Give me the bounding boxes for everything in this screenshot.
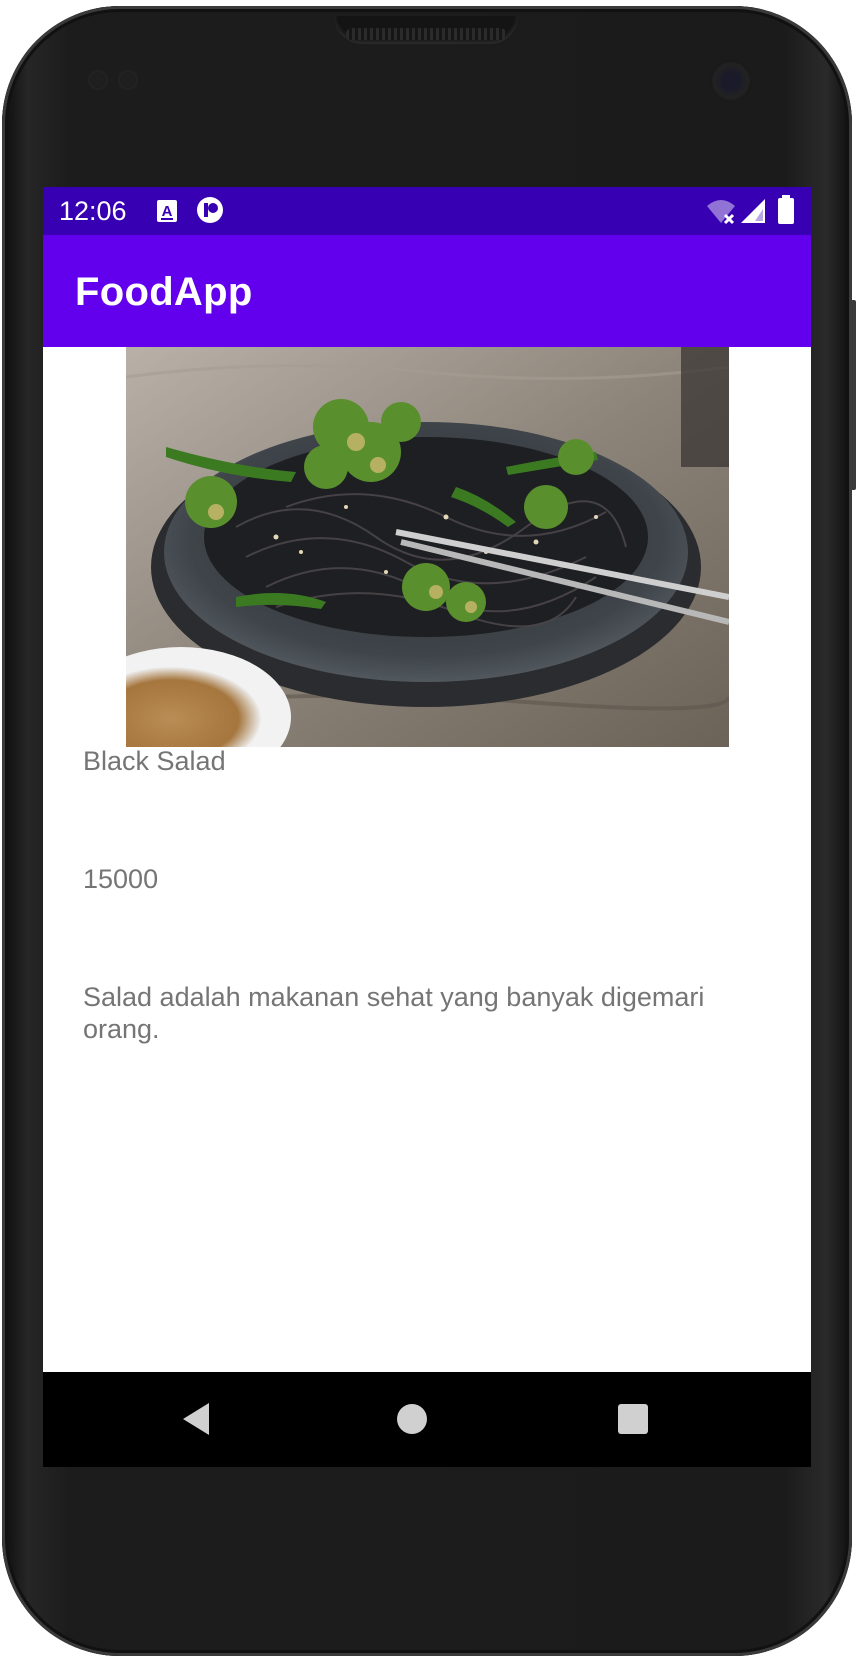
front-camera-icon xyxy=(712,62,750,100)
food-description: Salad adalah makanan sehat yang banyak d… xyxy=(83,982,705,1044)
cell-signal-icon xyxy=(739,197,767,230)
device-frame: 12:06 A FoodApp Black Salad 15000 Salad … xyxy=(0,0,856,1659)
speaker-grille xyxy=(346,28,506,40)
proximity-sensor xyxy=(88,70,108,90)
status-time: 12:06 xyxy=(59,196,127,226)
power-button[interactable] xyxy=(850,300,856,490)
navigation-bar xyxy=(43,1372,811,1467)
recents-icon[interactable] xyxy=(608,1394,658,1444)
food-image xyxy=(126,347,729,747)
sync-app-icon xyxy=(195,195,225,230)
food-name: Black Salad xyxy=(83,746,226,776)
app-bar: FoodApp xyxy=(43,235,811,347)
light-sensor xyxy=(118,70,138,90)
home-icon[interactable] xyxy=(387,1394,437,1444)
back-icon[interactable] xyxy=(171,1394,221,1444)
screen: 12:06 A FoodApp Black Salad 15000 Salad … xyxy=(43,187,811,1467)
svg-text:A: A xyxy=(162,203,173,220)
battery-icon xyxy=(777,195,795,230)
wifi-off-icon xyxy=(705,197,737,232)
status-bar: 12:06 A xyxy=(43,187,811,235)
a-notification-icon: A xyxy=(155,197,179,230)
app-title: FoodApp xyxy=(75,270,253,314)
food-price: 15000 xyxy=(83,864,159,894)
